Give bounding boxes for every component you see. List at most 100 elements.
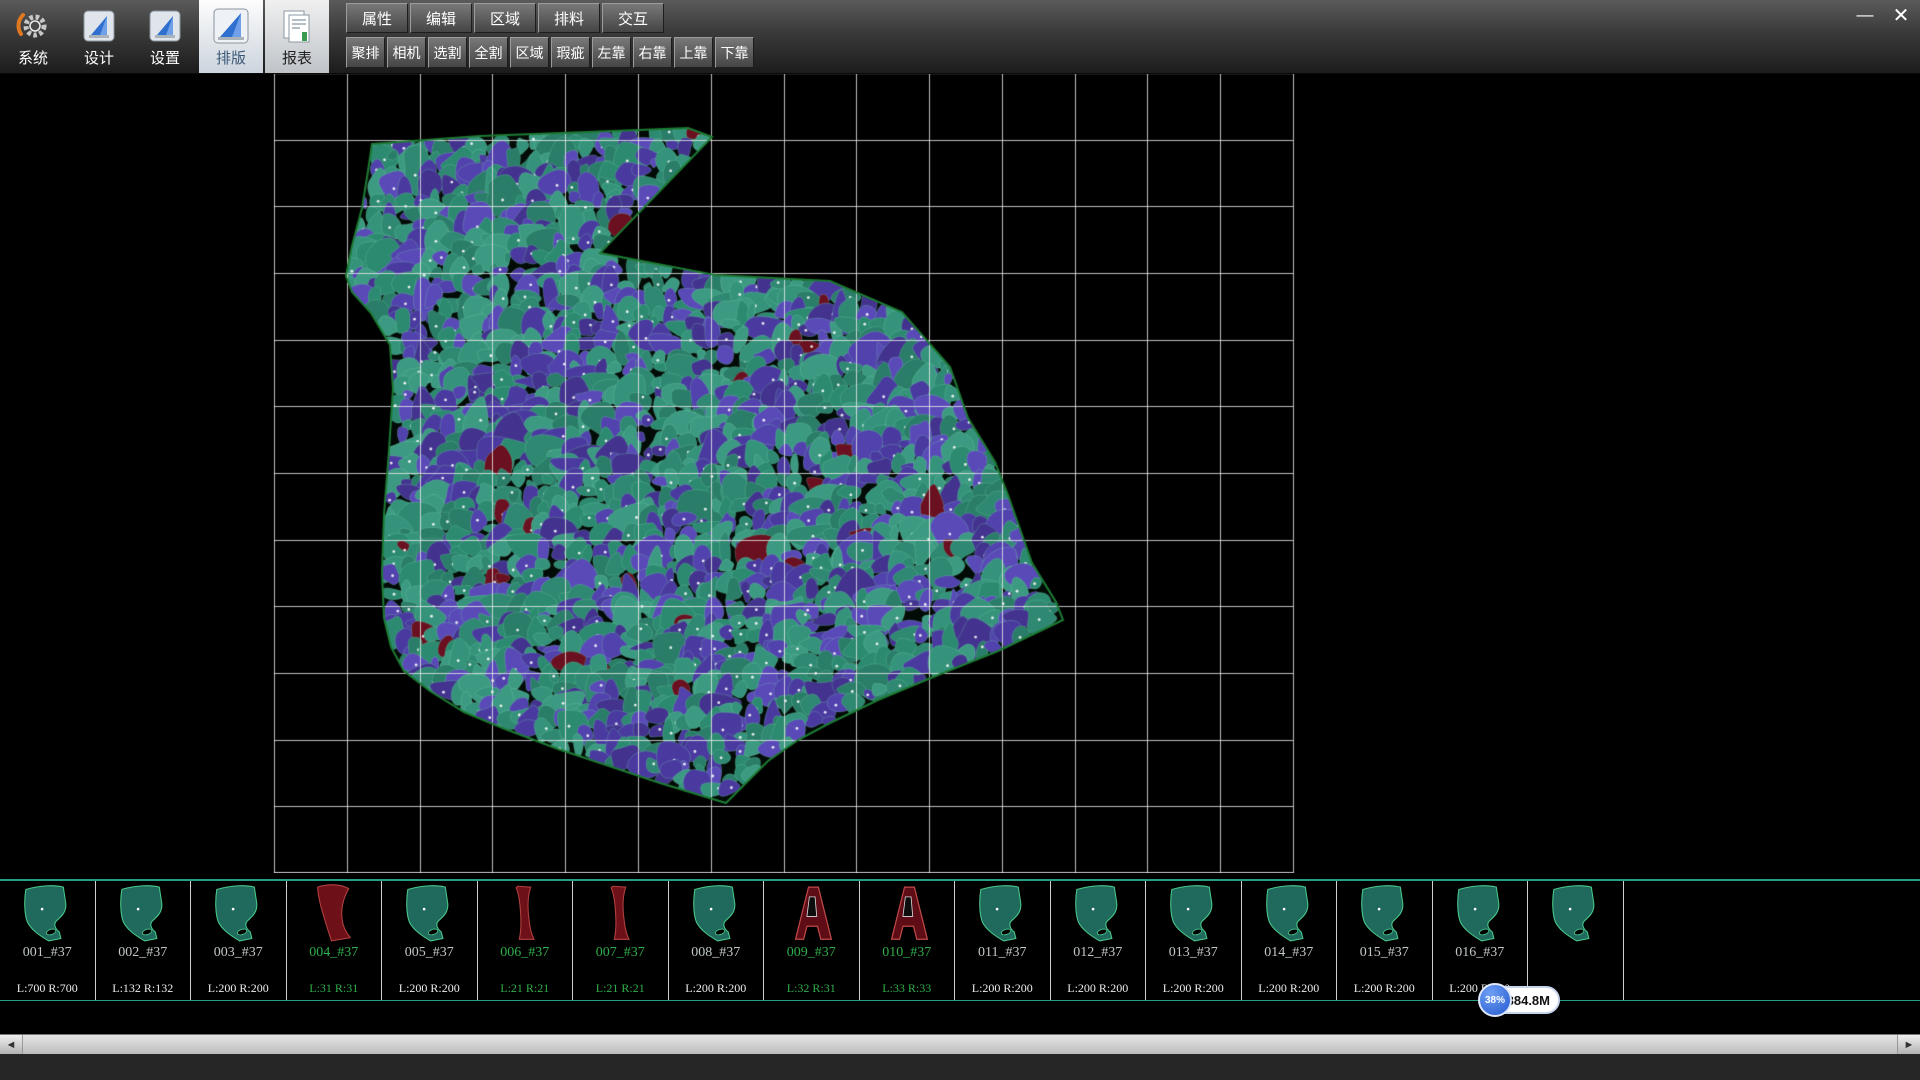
piece-id: 007_#37	[596, 945, 645, 961]
scroll-right-button[interactable]: ►	[1898, 1039, 1920, 1051]
piece-thumbnail	[14, 883, 80, 945]
piece-thumbnail	[110, 883, 176, 945]
tray-piece-cell-13[interactable]: 013_#37L:200 R:200	[1146, 881, 1242, 1000]
tray-piece-cell-11[interactable]: 011_#37 L:200 R:200	[955, 881, 1051, 1000]
tray-piece-cell-5[interactable]: 005_#37 L:200 R:200	[382, 881, 478, 1000]
piece-sizes: L:132 R:132	[112, 981, 173, 996]
tray-piece-cell-3[interactable]: 003_#37 L:200 R:200	[191, 881, 287, 1000]
piece-thumbnail	[301, 883, 367, 945]
piece-thumbnail	[874, 883, 940, 945]
tab-nesting[interactable]: 排料	[538, 3, 600, 33]
main-tab-label: 排版	[216, 47, 246, 68]
tab-properties[interactable]: 属性	[346, 3, 408, 33]
piece-sizes: L:200 R:200	[972, 981, 1033, 996]
status-bar	[0, 1054, 1920, 1080]
piece-sizes: L:200 R:200	[1258, 981, 1319, 996]
design-icon	[81, 5, 117, 47]
btn-defect[interactable]: 瑕疵	[551, 37, 590, 68]
close-button[interactable]: ✕	[1888, 2, 1914, 28]
piece-id: 009_#37	[787, 945, 836, 961]
tray-piece-cell-9[interactable]: 009_#37L:32 R:31	[764, 881, 860, 1000]
memory-status-badge: 384.8M 38%	[1478, 983, 1568, 1019]
piece-id: 002_#37	[118, 945, 167, 961]
main-tab-report[interactable]: 报表	[265, 0, 329, 73]
main-toolbar: 系统设计设置排版报表 属性编辑区域排料交互 聚排相机选割全割区域瑕疵左靠右靠上靠…	[0, 0, 1920, 74]
tray-piece-cell-10[interactable]: 010_#37L:33 R:33	[860, 881, 956, 1000]
piece-id: 003_#37	[214, 945, 263, 961]
main-tab-settings[interactable]: 设置	[133, 0, 197, 73]
main-tab-label: 系统	[18, 47, 48, 68]
tray-piece-cell-7[interactable]: 007_#37L:21 R:21	[573, 881, 669, 1000]
piece-id: 014_#37	[1264, 945, 1313, 961]
btn-cluster-nest[interactable]: 聚排	[346, 37, 385, 68]
tray-piece-cell-6[interactable]: 006_#37L:21 R:21	[478, 881, 574, 1000]
main-tab-design[interactable]: 设计	[67, 0, 131, 73]
main-tab-label: 报表	[282, 47, 312, 68]
btn-align-top[interactable]: 上靠	[674, 37, 713, 68]
piece-thumbnail	[683, 883, 749, 945]
window-controls: — ✕	[1852, 2, 1914, 28]
piece-id: 011_#37	[978, 945, 1026, 961]
report-icon	[279, 5, 315, 47]
piece-thumbnail	[1160, 883, 1226, 945]
scroll-left-button[interactable]: ◄	[0, 1039, 22, 1051]
memory-value: 384.8M	[1507, 993, 1550, 1008]
tool-button-row: 聚排相机选割全割区域瑕疵左靠右靠上靠下靠	[346, 37, 756, 68]
piece-thumbnail	[396, 883, 462, 945]
pieces-tray: 001_#37 L:700 R:700 002_#37 L:132 R:132 003_…	[0, 879, 1920, 1001]
tray-piece-cell-8[interactable]: 008_#37L:200 R:200	[669, 881, 765, 1000]
main-tab-nesting[interactable]: 排版	[199, 0, 263, 73]
tab-interact[interactable]: 交互	[602, 3, 664, 33]
piece-id: 016_#37	[1455, 945, 1504, 961]
piece-id: 015_#37	[1360, 945, 1409, 961]
tray-piece-cell-14[interactable]: 014_#37 L:200 R:200	[1242, 881, 1338, 1000]
tray-piece-cell-2[interactable]: 002_#37 L:132 R:132	[96, 881, 192, 1000]
piece-id: 006_#37	[500, 945, 549, 961]
piece-thumbnail	[1256, 883, 1322, 945]
btn-cut-all[interactable]: 全割	[469, 37, 508, 68]
btn-align-bottom[interactable]: 下靠	[715, 37, 754, 68]
piece-sizes: L:200 R:200	[208, 981, 269, 996]
piece-sizes: L:33 R:33	[882, 981, 931, 996]
piece-thumbnail	[969, 883, 1035, 945]
progress-circle: 38%	[1478, 983, 1512, 1017]
tray-piece-cell-15[interactable]: 015_#37 L:200 R:200	[1337, 881, 1433, 1000]
minimize-button[interactable]: —	[1852, 2, 1878, 28]
btn-select-cut[interactable]: 选割	[428, 37, 467, 68]
system-gear-icon	[14, 5, 52, 47]
nesting-canvas[interactable]	[0, 73, 1920, 873]
scroll-track[interactable]	[22, 1035, 1898, 1054]
piece-sizes: L:200 R:200	[1354, 981, 1415, 996]
piece-id: 005_#37	[405, 945, 454, 961]
piece-sizes: L:700 R:700	[17, 981, 78, 996]
main-tab-system[interactable]: 系统	[1, 0, 65, 73]
tray-piece-cell-1[interactable]: 001_#37 L:700 R:700	[0, 881, 96, 1000]
piece-thumbnail	[1351, 883, 1417, 945]
btn-align-left[interactable]: 左靠	[592, 37, 631, 68]
tab-region[interactable]: 区域	[474, 3, 536, 33]
piece-thumbnail	[778, 883, 844, 945]
settings-icon	[147, 5, 183, 47]
piece-id: 004_#37	[309, 945, 358, 961]
main-tab-label: 设计	[84, 47, 114, 68]
piece-thumbnail	[587, 883, 653, 945]
btn-region[interactable]: 区域	[510, 37, 549, 68]
piece-id: 013_#37	[1169, 945, 1218, 961]
menu-tab-row: 属性编辑区域排料交互	[346, 3, 666, 33]
piece-sizes: L:200 R:200	[685, 981, 746, 996]
btn-align-right[interactable]: 右靠	[633, 37, 672, 68]
piece-thumbnail	[1065, 883, 1131, 945]
tray-piece-cell-12[interactable]: 012_#37L:200 R:200	[1051, 881, 1147, 1000]
piece-id: 001_#37	[23, 945, 72, 961]
main-tab-label: 设置	[150, 47, 180, 68]
piece-thumbnail	[1542, 883, 1608, 945]
btn-camera[interactable]: 相机	[387, 37, 426, 68]
horizontal-scrollbar[interactable]: ◄ ►	[0, 1034, 1920, 1054]
tab-edit[interactable]: 编辑	[410, 3, 472, 33]
piece-sizes: L:200 R:200	[399, 981, 460, 996]
piece-thumbnail	[205, 883, 271, 945]
piece-thumbnail	[492, 883, 558, 945]
piece-thumbnail	[1447, 883, 1513, 945]
tray-piece-cell-4[interactable]: 004_#37 L:31 R:31	[287, 881, 383, 1000]
piece-sizes: L:31 R:31	[309, 981, 358, 996]
